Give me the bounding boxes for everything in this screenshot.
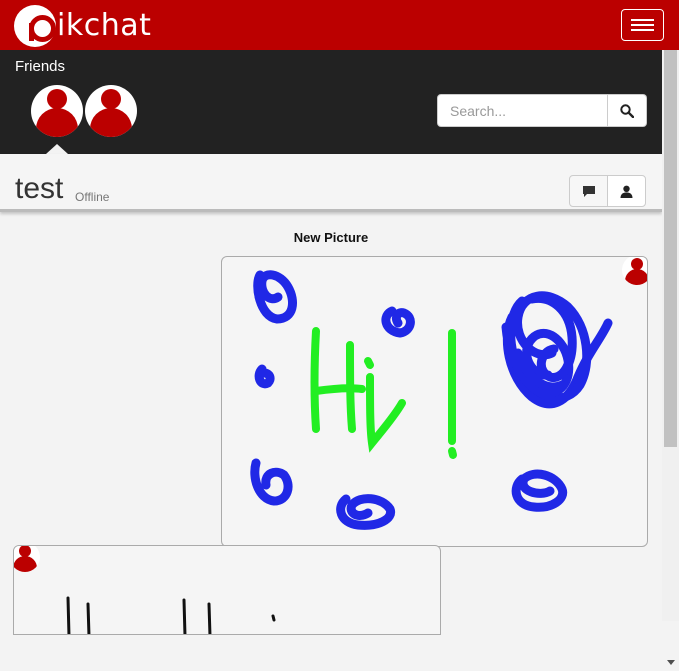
top-navbar: ikchat [0,0,679,50]
sender-avatar [14,546,40,572]
drawing-canvas [66,596,276,634]
profile-button[interactable] [607,175,646,207]
hamburger-menu-button[interactable] [621,9,664,41]
chat-title: test [15,172,64,205]
picture-message[interactable] [221,256,648,547]
chat-bubble-icon [582,185,595,197]
search-icon [620,103,634,118]
scrollbar-thumb[interactable] [664,50,677,447]
friends-bar: Friends [0,50,662,154]
friend-avatar[interactable] [85,85,137,137]
pikchat-logo[interactable]: ikchat [14,4,151,48]
picture-message[interactable] [13,545,441,635]
user-avatar-icon [47,89,67,109]
search-group [437,94,647,127]
sender-avatar [622,257,647,285]
logo-p-icon [14,5,56,47]
message-button[interactable] [569,175,608,207]
user-icon [620,185,633,198]
brand-name: ikchat [57,8,152,43]
vertical-scrollbar[interactable] [662,50,679,665]
status-label: Offline [75,190,110,204]
chat-header: test Offline [0,154,662,212]
scroll-down-arrow-icon[interactable] [662,653,679,671]
search-input[interactable] [437,94,608,127]
hamburger-icon [631,19,654,21]
message-caption: New Picture [293,230,369,245]
search-button[interactable] [608,94,647,127]
friends-label: Friends [15,58,66,75]
drawing-canvas [250,270,613,530]
selected-friend-caret [46,144,68,154]
user-avatar-icon [101,89,121,109]
friend-avatar[interactable] [31,85,83,137]
